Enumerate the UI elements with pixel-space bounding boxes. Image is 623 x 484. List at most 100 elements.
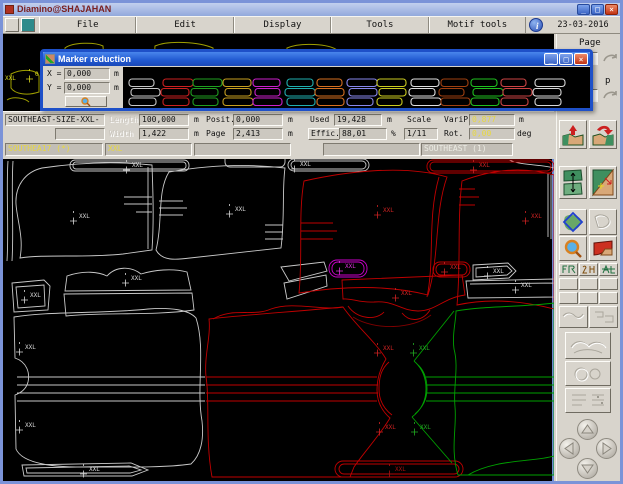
menu-item[interactable]: File (39, 17, 136, 33)
arrow-left-icon (562, 441, 577, 456)
white-pieces (7, 159, 554, 476)
effic-unit: % (391, 128, 396, 140)
magnifier-icon (561, 238, 585, 259)
maximize-icon[interactable]: □ (591, 4, 604, 15)
application-window: Diamino@SHAJAHAN _ □ × FileEditDisplayTo… (0, 0, 623, 484)
menu-item[interactable]: Display (234, 17, 331, 33)
info-icon[interactable]: i (529, 18, 543, 32)
disabled-wide-button-1[interactable] (559, 306, 588, 328)
status-field (323, 143, 420, 156)
dialog-title-bar[interactable]: Marker reduction _ □ × (43, 52, 590, 66)
dialog-close-icon[interactable]: × (574, 53, 588, 65)
width-field: 1,422 (139, 128, 189, 140)
dialog-zoom-button[interactable] (65, 96, 107, 107)
length-label: Length (109, 114, 138, 126)
svg-text:XXL: XXL (25, 344, 36, 351)
arrow-up-icon (580, 422, 595, 437)
menu-item[interactable]: Tools (331, 17, 428, 33)
disabled-zone-button[interactable] (589, 209, 617, 235)
zoom-button[interactable] (559, 236, 587, 261)
svg-text:XXL: XXL (79, 213, 90, 220)
coordinate-input[interactable]: 0,000 (64, 82, 110, 94)
page-unit: m (288, 128, 293, 140)
svg-text:0: 0 (35, 71, 39, 78)
close-icon[interactable]: × (605, 4, 618, 15)
coordinate-unit: m (114, 69, 119, 78)
embossed-list-icon (568, 391, 608, 411)
disabled-large-button-1[interactable] (565, 332, 611, 359)
varip-unit: m (519, 114, 524, 126)
minimize-icon[interactable]: _ (577, 4, 590, 15)
curved-arrow-icon (601, 51, 619, 65)
marker-canvas[interactable]: XXLXXLXXLXXLXXLXXLXXLXXLXXLXXLXXLXXLXXLX… (3, 159, 554, 481)
svg-text:XXL: XXL (479, 162, 490, 169)
pan-left-button[interactable] (559, 438, 580, 459)
effic-button[interactable]: Effic. (308, 128, 343, 140)
pan-right-button[interactable] (596, 438, 617, 459)
disabled-large-button-2[interactable] (565, 361, 611, 386)
svg-text:XXL: XXL (401, 290, 412, 297)
page-label: Page (206, 128, 225, 140)
move-piece-up-button[interactable] (559, 120, 587, 149)
svg-text:XXL: XXL (132, 162, 143, 169)
disabled-large-button-3[interactable] (565, 388, 611, 413)
marker-info-panel: SOUTHEAST-SIZE-XXL- Length 100,000 m Wid… (3, 111, 554, 159)
disabled-small-button-5[interactable] (579, 292, 598, 304)
varip-field: 0,877 (469, 114, 515, 126)
svg-text:XXL: XXL (419, 345, 430, 352)
dialog-minimize-icon[interactable]: _ (544, 53, 558, 65)
app-icon (5, 5, 14, 14)
dialog-title: Marker reduction (58, 54, 543, 64)
menu-item[interactable]: Edit (136, 17, 233, 33)
marker-name-field[interactable]: SOUTHEAST-SIZE-XXL- (5, 114, 105, 126)
page-go-button[interactable] (600, 51, 620, 67)
embossed-gears-icon (568, 364, 608, 384)
embossed-blob-icon (591, 211, 615, 233)
disabled-small-button-4[interactable] (559, 292, 578, 304)
svg-text:XXL: XXL (395, 466, 406, 473)
annotation-size-button[interactable] (579, 263, 598, 276)
dialog-maximize-icon[interactable]: □ (559, 53, 573, 65)
piece-up-arrow-icon (561, 122, 585, 147)
title-bar[interactable]: Diamino@SHAJAHAN _ □ × (3, 3, 620, 16)
marker-reduction-dialog: Marker reduction _ □ × X = 0,000 m Y = 0… (40, 49, 593, 111)
coordinate-input[interactable]: 0,000 (64, 68, 110, 80)
return-piece-button[interactable] (589, 120, 617, 149)
svg-text:XXL: XXL (345, 263, 356, 270)
svg-text:XXL: XXL (450, 264, 461, 271)
svg-text:XXL: XXL (89, 466, 100, 473)
stack-pieces-button[interactable] (559, 166, 587, 199)
length-field: 100,000 (139, 114, 189, 126)
annotation-al-button[interactable] (599, 263, 618, 276)
pattern-pieces-svg: XXLXXLXXLXXLXXLXXLXXLXXLXXLXXLXXLXXLXXLX… (3, 159, 554, 481)
used-label: Used (310, 114, 329, 126)
disabled-small-button-3[interactable] (599, 278, 618, 290)
exit-door-icon[interactable] (5, 18, 19, 32)
secondary-name-field[interactable] (55, 128, 105, 140)
date-display: 23-03-2016 (546, 20, 620, 30)
disabled-small-button-6[interactable] (599, 292, 618, 304)
disabled-small-button-2[interactable] (579, 278, 598, 290)
pan-down-button[interactable] (577, 458, 598, 479)
svg-text:XXL: XXL (383, 345, 394, 352)
disabled-wide-button-2[interactable] (589, 306, 618, 328)
split-piece-button[interactable] (589, 166, 617, 199)
curved-arrow-icon (601, 88, 619, 102)
select-zone-button[interactable] (559, 209, 587, 235)
scale-field[interactable]: 1/11 (404, 128, 438, 140)
page-nav-label: Page (579, 38, 601, 48)
disabled-small-button-1[interactable] (559, 278, 578, 290)
brand-logo-icon[interactable] (21, 18, 35, 32)
menu-item[interactable]: Motif tools (429, 17, 526, 33)
arrow-right-icon (599, 441, 614, 456)
annotation-fr-button[interactable] (559, 263, 578, 276)
width-label: Width (109, 128, 133, 140)
second-go-button[interactable] (600, 88, 620, 104)
blue-diamond-icon (561, 211, 585, 233)
reduction-preview[interactable] (123, 67, 590, 108)
piece-color-button[interactable] (589, 236, 617, 261)
pan-up-button[interactable] (577, 419, 598, 440)
page-field: 2,413 (233, 128, 283, 140)
dialog-icon (45, 54, 55, 64)
used-unit: m (387, 114, 392, 126)
